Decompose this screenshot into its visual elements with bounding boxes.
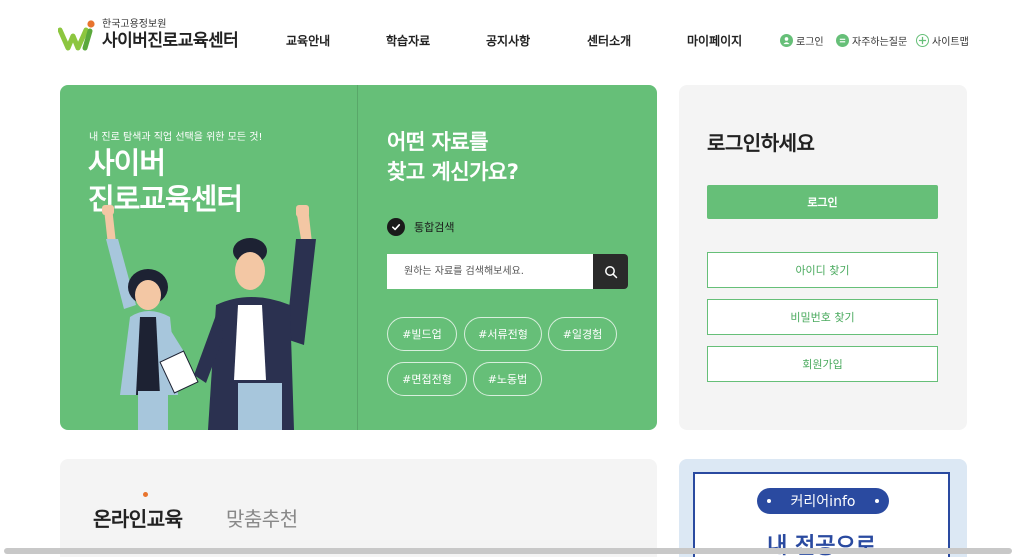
nav-item-center-intro[interactable]: 센터소개 [587, 32, 631, 49]
search-icon [604, 265, 617, 278]
util-sitemap-link[interactable]: 사이트맵 [916, 33, 969, 48]
active-tab-dot [143, 492, 148, 497]
hero-tagline: 내 진로 탐색과 직업 선택을 위한 모든 것! [89, 132, 263, 143]
site-header: 한국고용정보원 사이버진로교육센터 교육안내 학습자료 공지사항 센터소개 마이… [0, 0, 1024, 84]
util-sitemap-label: 사이트맵 [932, 37, 969, 48]
online-education-section: 온라인교육 맞춤추천 [60, 459, 657, 557]
career-info-card: 커리어info 내 전공으로 [693, 472, 950, 557]
find-password-button[interactable]: 비밀번호 찾기 [707, 299, 938, 335]
career-info-pill: 커리어info [757, 488, 889, 514]
search-question: 어떤 자료를 찾고 계신가요? [387, 130, 519, 184]
career-info-pill-label: 커리어info [790, 494, 856, 510]
tab-recommendation[interactable]: 맞춤추천 [226, 503, 298, 532]
integrated-search-label: 통합검색 [414, 221, 455, 234]
signup-button[interactable]: 회원가입 [707, 346, 938, 382]
nav-item-learning-materials[interactable]: 학습자료 [386, 32, 430, 49]
tab-online-education[interactable]: 온라인교육 [93, 503, 183, 532]
chat-icon [836, 34, 849, 47]
pill-dot-left [767, 499, 771, 503]
util-login-label: 로그인 [796, 37, 824, 48]
search-input[interactable] [387, 254, 593, 289]
util-faq-link[interactable]: 자주하는질문 [836, 33, 907, 48]
hashtag-buildup[interactable]: #빌드업 [387, 317, 457, 351]
nav-item-education-guide[interactable]: 교육안내 [286, 32, 330, 49]
site-logo[interactable]: 한국고용정보원 사이버진로교육센터 [57, 18, 239, 52]
hero-divider [357, 85, 358, 430]
search-bar [387, 254, 628, 289]
hero-banner: 내 진로 탐색과 직업 선택을 위한 모든 것! 사이버 진로교육센터 어떤 자… [60, 85, 657, 430]
check-icon [387, 218, 405, 236]
search-button[interactable] [593, 254, 628, 289]
hero-illustration [90, 205, 330, 430]
integrated-search-checkbox[interactable]: 통합검색 [387, 218, 454, 236]
nav-item-mypage[interactable]: 마이페이지 [687, 32, 742, 49]
logo-mark-icon [57, 18, 96, 52]
login-button[interactable]: 로그인 [707, 185, 938, 219]
hashtag-work-experience[interactable]: #일경험 [548, 317, 617, 351]
horizontal-scrollbar[interactable] [4, 548, 1012, 554]
career-info-banner[interactable]: 커리어info 내 전공으로 [679, 459, 967, 557]
user-icon [780, 34, 793, 47]
util-faq-label: 자주하는질문 [852, 37, 908, 48]
find-id-button[interactable]: 아이디 찾기 [707, 252, 938, 288]
logo-name-text: 사이버진로교육센터 [102, 31, 239, 51]
pill-dot-right [875, 499, 879, 503]
sitemap-icon [916, 34, 929, 47]
hashtag-interview[interactable]: #면접전형 [387, 362, 467, 396]
hashtag-labor-law[interactable]: #노동법 [473, 362, 542, 396]
login-panel: 로그인하세요 로그인 아이디 찾기 비밀번호 찾기 회원가입 [679, 85, 967, 430]
login-title: 로그인하세요 [707, 131, 815, 155]
nav-item-notices[interactable]: 공지사항 [486, 32, 530, 49]
util-login-link[interactable]: 로그인 [780, 33, 824, 48]
hashtag-document-screening[interactable]: #서류전형 [464, 317, 542, 351]
logo-org-text: 한국고용정보원 [102, 19, 167, 30]
